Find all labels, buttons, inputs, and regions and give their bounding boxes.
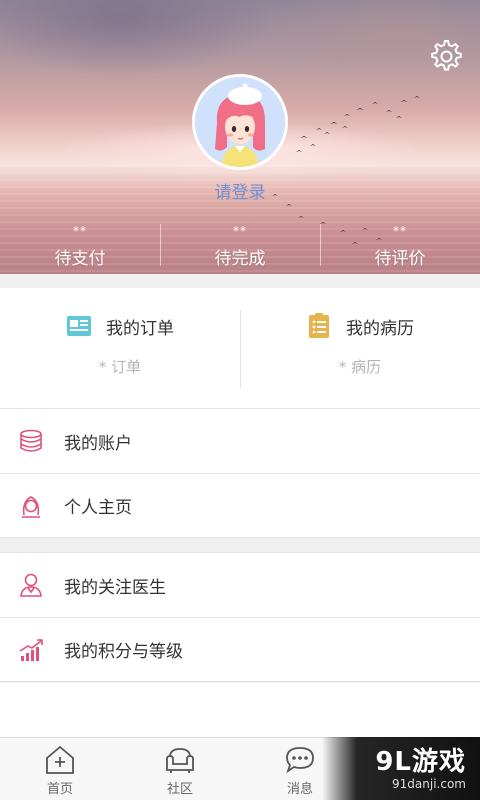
menu-item-label: 个人主页 — [64, 498, 132, 518]
watermark-url: 91danji.com — [392, 776, 466, 791]
tab-label: 消息 — [286, 782, 313, 797]
menu-item-points-level[interactable]: 我的积分与等级 — [0, 617, 480, 682]
tab-label: 社区 — [166, 782, 193, 797]
watermark-logo-text: 9L游戏 — [375, 746, 466, 777]
girl-avatar-icon — [195, 77, 285, 167]
menu-item-label: 我的关注医生 — [64, 577, 166, 598]
community-sofa-icon — [166, 748, 194, 773]
stat-pending-payment[interactable]: ** 待支付 — [0, 220, 160, 274]
my-orders-count: * 订单 — [98, 358, 142, 376]
site-watermark: 9L游戏 91danji.com — [322, 737, 480, 800]
medical-record-icon — [309, 313, 329, 338]
stat-pending-review[interactable]: ** 待评价 — [320, 220, 480, 274]
tab-label: 首页 — [46, 782, 73, 797]
home-plus-icon — [46, 745, 74, 774]
stat-count: ** — [393, 224, 407, 238]
login-link[interactable]: 请登录 — [0, 178, 480, 203]
stat-count: ** — [233, 224, 247, 238]
stat-pending-completion[interactable]: ** 待完成 — [160, 220, 320, 274]
menu-group-account: 我的账户 个人主页 — [0, 408, 480, 538]
my-records-label: 我的病历 — [346, 318, 414, 339]
level-chart-icon — [19, 638, 43, 661]
my-orders-button[interactable]: 我的订单 * 订单 — [0, 288, 240, 408]
person-head-icon — [22, 495, 40, 518]
tab-home[interactable]: 首页 — [0, 738, 120, 800]
doctor-icon — [20, 573, 42, 597]
settings-button[interactable] — [426, 36, 464, 74]
stat-label: 待完成 — [214, 249, 266, 269]
my-orders-label: 我的订单 — [106, 318, 174, 339]
stat-label: 待支付 — [54, 249, 106, 269]
my-records-count: * 病历 — [338, 358, 382, 376]
my-records-button[interactable]: 我的病历 * 病历 — [240, 288, 480, 408]
menu-group-social: 我的关注医生 我的积分与等级 — [0, 552, 480, 682]
stat-count: ** — [73, 224, 87, 238]
avatar[interactable] — [192, 74, 288, 170]
coins-stack-icon — [20, 429, 42, 452]
tab-community[interactable]: 社区 — [120, 738, 240, 800]
order-card-icon — [67, 316, 91, 336]
menu-item-personal-page[interactable]: 个人主页 — [0, 473, 480, 538]
gear-icon — [431, 40, 462, 71]
menu-item-followed-doctors[interactable]: 我的关注医生 — [0, 552, 480, 617]
message-bubble-icon — [286, 747, 314, 774]
stat-label: 待评价 — [374, 249, 426, 269]
quick-access-panel: 我的订单 * 订单 我的病历 * 病历 — [0, 288, 480, 408]
content-blank-area — [0, 683, 480, 737]
profile-header: 请登录 ** 待支付 ** 待完成 ** 待评价 — [0, 0, 480, 274]
order-stats-bar: ** 待支付 ** 待完成 ** 待评价 — [0, 220, 480, 274]
menu-item-my-account[interactable]: 我的账户 — [0, 408, 480, 473]
menu-item-label: 我的账户 — [64, 433, 132, 454]
menu-item-label: 我的积分与等级 — [64, 642, 183, 662]
